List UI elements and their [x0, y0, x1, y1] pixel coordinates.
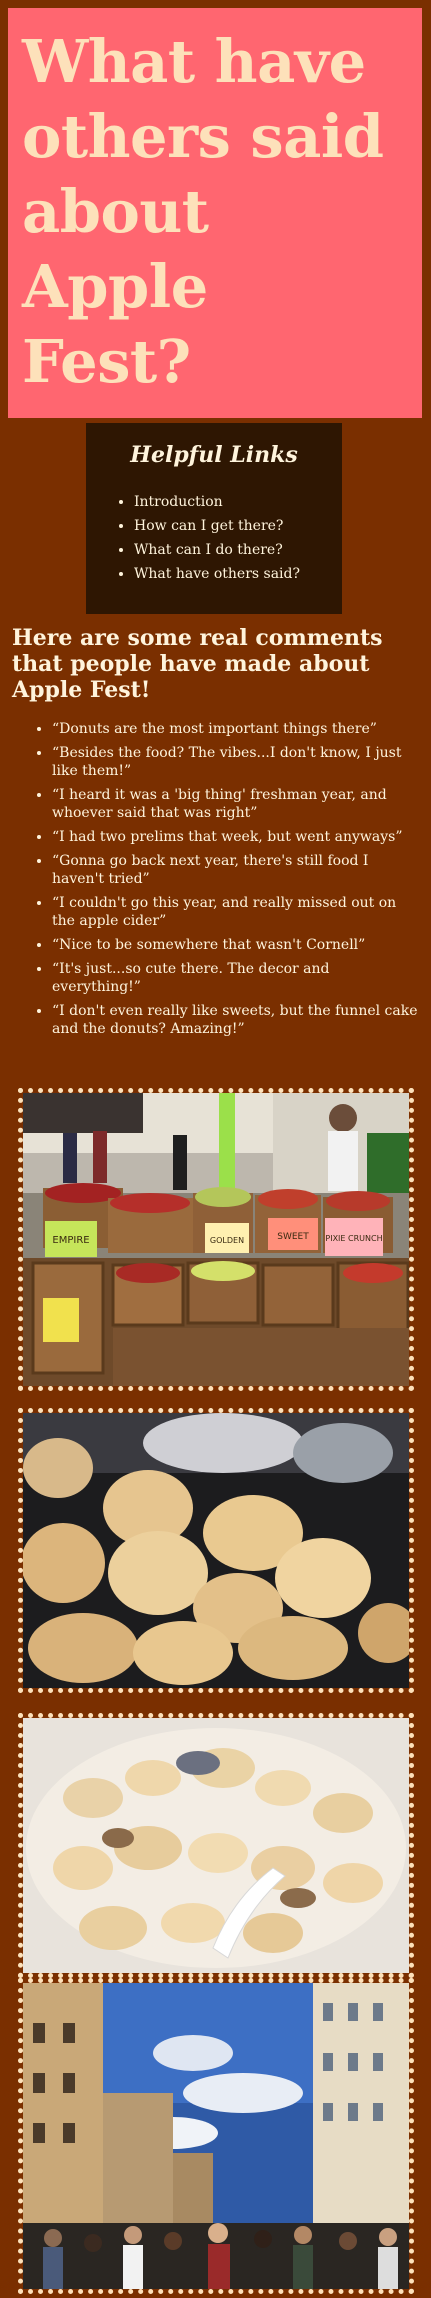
sign-label: EMPIRE	[52, 1235, 89, 1246]
mac-and-cheese-image	[23, 1718, 409, 1973]
helpful-links-list: Introduction How can I get there? What c…	[102, 490, 326, 586]
link-how-can-i-get-there[interactable]: How can I get there?	[134, 518, 283, 534]
helpful-link-item: Introduction	[134, 490, 326, 514]
link-what-have-others-said[interactable]: What have others said?	[134, 566, 300, 582]
comment-item: “I couldn't go this year, and really mis…	[52, 894, 420, 930]
link-what-can-i-do-there[interactable]: What can I do there?	[134, 542, 283, 558]
mac-and-cheese-photo	[18, 1713, 414, 1978]
comment-item: “Donuts are the most important things th…	[52, 720, 420, 738]
comment-item: “It's just...so cute there. The decor an…	[52, 960, 420, 996]
comment-item: “I don't even really like sweets, but th…	[52, 1002, 420, 1038]
page-title: What have others said about Apple Fest?	[22, 24, 408, 399]
apple-stand-photo: EMPIRE GOLDEN SWEET PIXIE CRUNCH	[18, 1088, 414, 1391]
title-line: Fest?	[22, 327, 191, 396]
sign-label: PIXIE CRUNCH	[325, 1234, 382, 1243]
hero-banner: What have others said about Apple Fest?	[8, 8, 422, 418]
comment-item: “Nice to be somewhere that wasn't Cornel…	[52, 936, 420, 954]
comments-heading: Here are some real comments that people …	[12, 625, 383, 703]
comment-item: “I heard it was a 'big thing' freshman y…	[52, 786, 420, 822]
sign-label: GOLDEN	[210, 1236, 244, 1245]
street-crowd-photo	[18, 1978, 414, 2294]
street-crowd-image	[23, 1983, 409, 2289]
title-line: Apple	[22, 252, 208, 321]
link-introduction[interactable]: Introduction	[134, 494, 223, 510]
sign-label: SWEET	[277, 1232, 309, 1242]
helpful-link-item: What can I do there?	[134, 538, 326, 562]
comment-item: “Besides the food? The vibes...I don't k…	[52, 744, 420, 780]
title-line: others said	[22, 102, 384, 171]
comment-item: “I had two prelims that week, but went a…	[52, 828, 420, 846]
helpful-links-box: Helpful Links Introduction How can I get…	[86, 423, 342, 614]
comments-list: “Donuts are the most important things th…	[12, 720, 420, 1044]
comment-item: “Gonna go back next year, there's still …	[52, 852, 420, 888]
title-line: What have	[22, 27, 366, 96]
kettle-corn-image	[23, 1413, 409, 1688]
title-line: about	[22, 177, 209, 246]
helpful-link-item: What have others said?	[134, 562, 326, 586]
helpful-links-heading: Helpful Links	[130, 442, 298, 468]
kettle-corn-photo	[18, 1408, 414, 1693]
apple-stand-image: EMPIRE GOLDEN SWEET PIXIE CRUNCH	[23, 1093, 409, 1386]
helpful-link-item: How can I get there?	[134, 514, 326, 538]
